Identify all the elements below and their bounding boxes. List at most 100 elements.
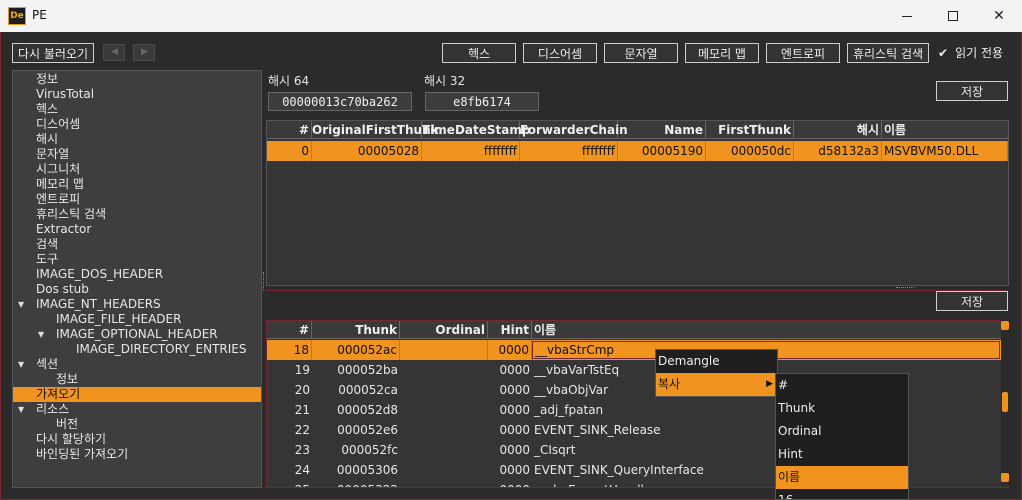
cell-forwarder-chain: ffffffff <box>520 141 618 161</box>
tree-item-sections[interactable]: 섹션 <box>36 357 58 372</box>
memory-map-button[interactable]: 메모리 맵 <box>685 43 759 63</box>
table-row[interactable]: 18 000052ac 0000 __vbaStrCmp <box>267 340 1008 360</box>
submenu-item-name[interactable]: 이름 <box>776 466 908 489</box>
hash32-label: 해시 32 <box>424 74 466 88</box>
cell-thunk: 000052ac <box>312 340 400 360</box>
cell-import-name: EVENT_SINK_Release <box>534 423 661 437</box>
navigation-tree: 정보 VirusTotal 헥스 디스어셈 해시 문자열 시그니처 메모리 맵 … <box>12 70 262 488</box>
tree-item-extractor[interactable]: Extractor <box>36 222 91 237</box>
tree-item-signatures[interactable]: 시그니처 <box>36 162 80 177</box>
cell-index: 25 <box>267 480 312 487</box>
col-import-name[interactable]: 이름 <box>532 321 1002 339</box>
forward-button[interactable]: ▶ <box>133 44 155 61</box>
cell-import-name: EVENT_SINK_QueryInterface <box>534 463 704 477</box>
tree-item-section-info[interactable]: 정보 <box>56 372 78 387</box>
tree-item-resources[interactable]: 리소스 <box>36 402 69 417</box>
tree-item-imports[interactable]: 가져오기 <box>13 387 261 402</box>
submenu-item-index[interactable]: # <box>776 374 908 397</box>
disasm-button[interactable]: 디스어셈 <box>523 43 597 63</box>
cell-index: 24 <box>294 463 310 477</box>
tree-item-search[interactable]: 검색 <box>36 237 58 252</box>
back-button[interactable]: ◀ <box>103 44 125 61</box>
col-original-first-thunk[interactable]: OriginalFirstThunk <box>312 121 439 139</box>
hash64-field[interactable]: 00000013c70ba262 <box>268 92 412 111</box>
expand-arrow-icon[interactable]: ▼ <box>38 330 44 339</box>
col-hint[interactable]: Hint <box>488 321 532 339</box>
reload-button[interactable]: 다시 불러오기 <box>12 43 94 63</box>
tree-item-memory-map[interactable]: 메모리 맵 <box>36 177 84 192</box>
col-dll-name[interactable]: 이름 <box>882 121 1008 139</box>
tree-item-version[interactable]: 버전 <box>56 417 78 432</box>
vertical-splitter-grip[interactable] <box>263 272 265 290</box>
entropy-button[interactable]: 엔트로피 <box>766 43 840 63</box>
tree-item-relocations[interactable]: 다시 할당하기 <box>36 432 106 447</box>
tree-item-dos-header[interactable]: IMAGE_DOS_HEADER <box>36 267 163 282</box>
maximize-button[interactable] <box>930 0 976 32</box>
col-time-date-stamp[interactable]: TimeDateStamp <box>422 121 530 139</box>
cell-dll-name: MSVBVM50.DLL <box>882 141 1008 161</box>
cell-index: 0 <box>267 141 312 161</box>
submenu-item-thunk[interactable]: Thunk <box>776 397 908 420</box>
heuristic-search-button[interactable]: 휴리스틱 검색 <box>847 43 929 63</box>
expand-arrow-icon[interactable]: ▼ <box>18 360 24 369</box>
col-index[interactable]: # <box>267 321 312 339</box>
col-forwarder-chain[interactable]: ForwarderChain <box>520 121 628 139</box>
tree-item-strings[interactable]: 문자열 <box>36 147 69 162</box>
cell-hint: 0000 <box>499 383 530 397</box>
cell-thunk: 00005322 <box>312 480 400 487</box>
scroll-down-arrow-icon[interactable] <box>1001 473 1009 482</box>
col-thunk[interactable]: Thunk <box>312 321 400 339</box>
tree-item-bound-imports[interactable]: 바인딩된 가져오기 <box>36 447 128 462</box>
cell-hint: 0000 <box>499 443 530 457</box>
cell-index: 23 <box>294 443 310 457</box>
scroll-up-arrow-icon[interactable] <box>1001 321 1009 330</box>
tree-item-hash[interactable]: 해시 <box>36 132 58 147</box>
strings-button[interactable]: 문자열 <box>604 43 678 63</box>
thunks-scrollbar[interactable] <box>1001 320 1009 486</box>
close-button[interactable]: ✕ <box>976 0 1022 32</box>
save-button-top[interactable]: 저장 <box>936 81 1008 101</box>
tree-item-disasm[interactable]: 디스어셈 <box>36 117 80 132</box>
submenu-item-hint[interactable]: Hint <box>776 443 908 466</box>
submenu-item-ordinal[interactable]: Ordinal <box>776 420 908 443</box>
col-name[interactable]: Name <box>618 121 706 139</box>
hash32-field[interactable]: e8fb6174 <box>425 92 539 111</box>
tree-item-tools[interactable]: 도구 <box>36 252 58 267</box>
menu-item-copy-label: 복사 <box>658 377 681 391</box>
cell-hint: 0000 <box>499 463 530 477</box>
tree-item-info[interactable]: 정보 <box>36 72 58 87</box>
expand-arrow-icon[interactable]: ▼ <box>18 300 24 309</box>
copy-submenu: # Thunk Ordinal Hint 이름 16 <box>775 373 909 500</box>
menu-item-copy[interactable]: 복사 ▶ <box>656 373 777 396</box>
scroll-thumb[interactable] <box>1002 392 1008 412</box>
app-icon: De <box>8 7 26 25</box>
minimize-button[interactable] <box>884 0 930 32</box>
imports-table: # OriginalFirstThunk TimeDateStamp Forwa… <box>266 120 1009 286</box>
menu-item-demangle[interactable]: Demangle <box>656 350 777 373</box>
table-row[interactable]: 0 00005028 ffffffff ffffffff 00005190 00… <box>267 141 1008 161</box>
col-first-thunk[interactable]: FirstThunk <box>706 121 794 139</box>
cell-thunk: 00005306 <box>336 463 398 477</box>
tree-item-directory-entries[interactable]: IMAGE_DIRECTORY_ENTRIES <box>76 342 247 357</box>
tree-item-heuristic-search[interactable]: 휴리스틱 검색 <box>36 207 106 222</box>
hex-button[interactable]: 헥스 <box>442 43 516 63</box>
submenu-item-16[interactable]: 16 <box>776 489 908 499</box>
cell-first-thunk: 000050dc <box>706 141 794 161</box>
tree-item-virustotal[interactable]: VirusTotal <box>36 87 94 102</box>
tree-item-nt-headers[interactable]: IMAGE_NT_HEADERS <box>36 297 161 312</box>
col-ordinal[interactable]: Ordinal <box>400 321 488 339</box>
tree-item-optional-header[interactable]: IMAGE_OPTIONAL_HEADER <box>56 327 218 342</box>
tree-item-dos-stub[interactable]: Dos stub <box>36 282 89 297</box>
save-button-bottom[interactable]: 저장 <box>936 291 1008 311</box>
expand-arrow-icon[interactable]: ▼ <box>18 405 24 414</box>
col-index[interactable]: # <box>267 121 312 139</box>
col-hash[interactable]: 해시 <box>794 121 882 139</box>
cell-index: 22 <box>294 423 310 437</box>
readonly-toggle[interactable]: ✔ 읽기 전용 <box>938 44 1003 61</box>
tree-item-entropy[interactable]: 엔트로피 <box>36 192 80 207</box>
tree-item-file-header[interactable]: IMAGE_FILE_HEADER <box>56 312 181 327</box>
chevron-right-icon: ▶ <box>141 47 148 57</box>
maximize-icon <box>948 11 958 21</box>
tree-item-hex[interactable]: 헥스 <box>36 102 58 117</box>
cell-hint: 0000 <box>499 403 530 417</box>
